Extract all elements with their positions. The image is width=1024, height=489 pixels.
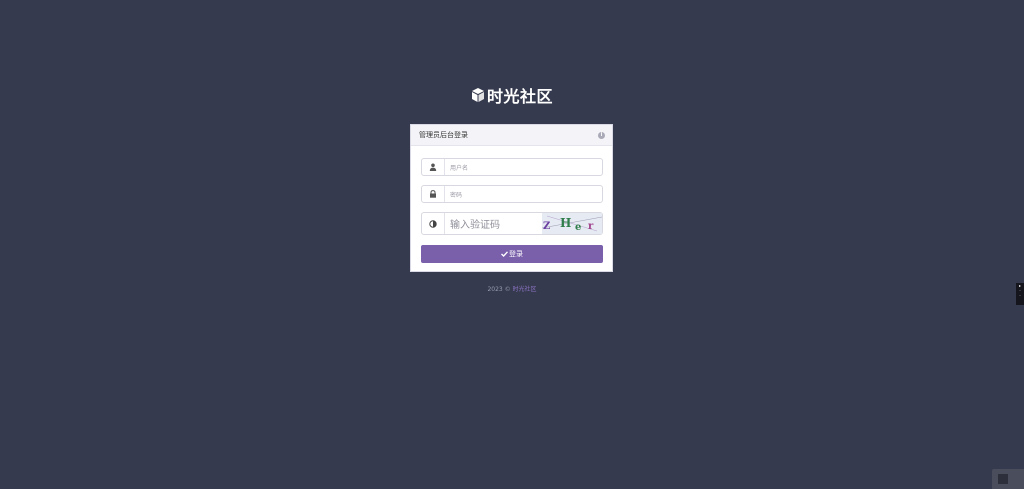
captcha-field[interactable]: 输入验证码 Z H e r — [421, 212, 603, 235]
username-input[interactable]: 用户名 — [445, 163, 468, 172]
widget-icon — [998, 474, 1008, 484]
contrast-icon — [422, 213, 445, 234]
login-panel: 管理员后台登录 i 用户名 密码 输入验证码 Z H e r 登录 — [410, 124, 613, 272]
captcha-input[interactable]: 输入验证码 — [445, 216, 542, 231]
side-toolbar-tab[interactable]: ▸ · · — [1016, 283, 1024, 305]
lock-icon — [422, 186, 445, 202]
password-field[interactable]: 密码 — [421, 185, 603, 203]
cube-icon — [471, 88, 484, 102]
corner-widget[interactable] — [992, 469, 1024, 489]
brand-header: 时光社区 — [0, 83, 1024, 107]
check-icon — [501, 251, 508, 257]
svg-text:H: H — [560, 216, 571, 230]
brand-title: 时光社区 — [486, 87, 553, 106]
svg-text:r: r — [588, 221, 594, 232]
user-icon — [422, 159, 445, 175]
login-button-label: 登录 — [509, 250, 523, 258]
svg-text:Z: Z — [543, 221, 550, 232]
password-input[interactable]: 密码 — [445, 190, 462, 199]
captcha-image[interactable]: Z H e r — [542, 213, 602, 234]
info-icon[interactable]: i — [598, 131, 605, 139]
footer: 2023 © 时光社区 — [0, 284, 1024, 293]
panel-header: 管理员后台登录 i — [411, 125, 612, 146]
footer-copyright: 2023 © — [487, 286, 511, 293]
login-button[interactable]: 登录 — [421, 245, 603, 263]
svg-text:e: e — [575, 222, 581, 233]
username-field[interactable]: 用户名 — [421, 158, 603, 176]
panel-title: 管理员后台登录 — [419, 131, 468, 139]
footer-link[interactable]: 时光社区 — [513, 286, 537, 293]
